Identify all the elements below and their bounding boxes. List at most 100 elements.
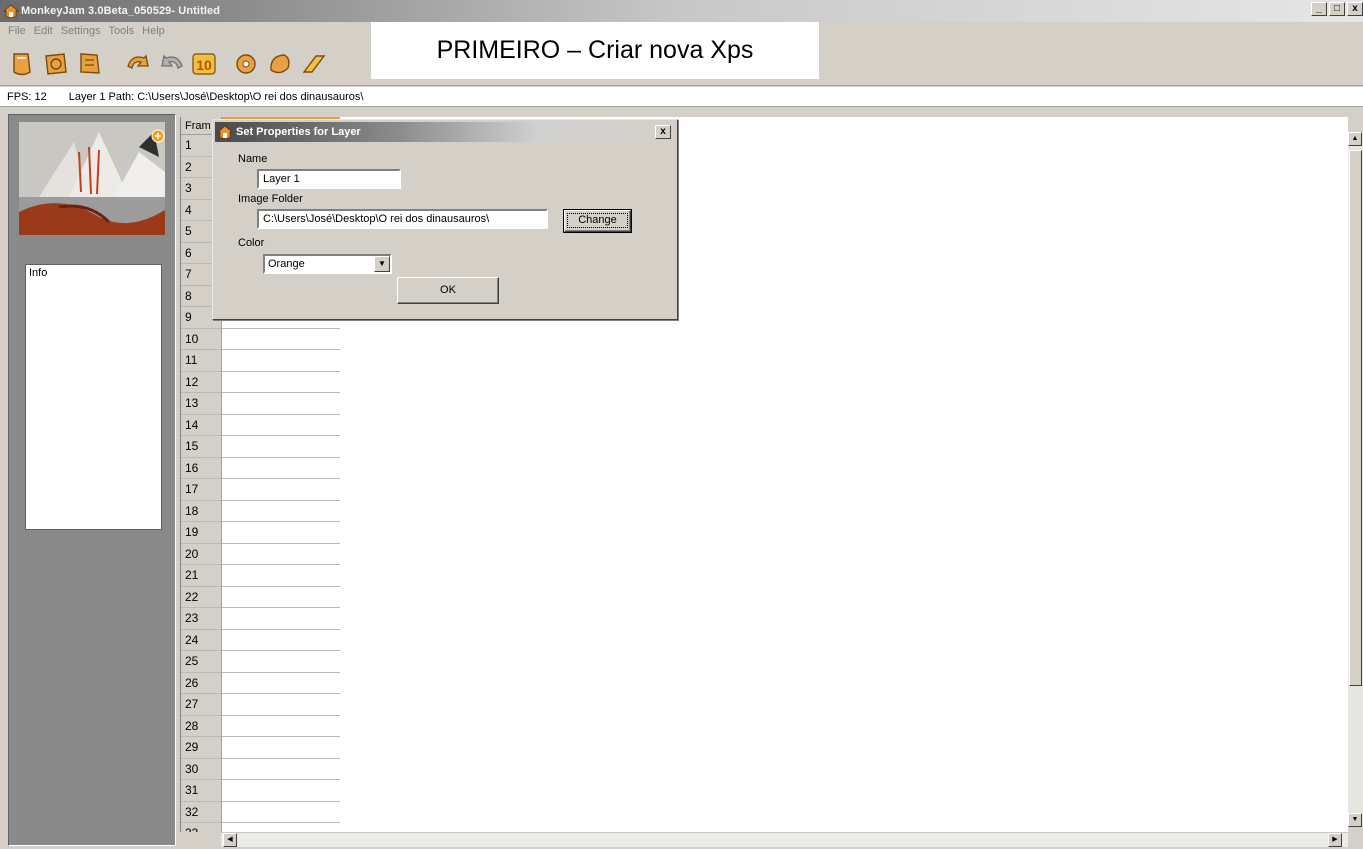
layer-frame-cell[interactable]: [222, 823, 340, 832]
monkeyjam-app-icon: [216, 125, 234, 139]
frame-number-cell[interactable]: 29: [181, 737, 221, 759]
layer-name-input[interactable]: [257, 169, 401, 189]
frame-number-cell[interactable]: 17: [181, 479, 221, 501]
dialog-close-button[interactable]: x: [655, 125, 671, 139]
layer-frame-cell[interactable]: [222, 716, 340, 737]
frame-number-cell[interactable]: 20: [181, 544, 221, 565]
vertical-scrollbar[interactable]: ▲ ▼: [1348, 132, 1363, 827]
color-select-value: Orange: [268, 258, 305, 270]
undo-icon[interactable]: [124, 50, 152, 78]
frame-number-cell[interactable]: 19: [181, 522, 221, 544]
frame-number-cell[interactable]: 24: [181, 630, 221, 651]
layer-frame-cell[interactable]: [222, 759, 340, 780]
frame-number-cell[interactable]: 30: [181, 759, 221, 780]
monkeyjam-app-icon: [2, 4, 20, 18]
info-label: Info: [29, 267, 48, 279]
info-panel: Info: [25, 264, 162, 530]
minimize-button[interactable]: _: [1311, 2, 1327, 16]
image-folder-input[interactable]: [257, 209, 548, 229]
frame-number-cell[interactable]: 32: [181, 802, 221, 823]
layer-frame-cell[interactable]: [222, 565, 340, 587]
layer-frame-cell[interactable]: [222, 608, 340, 630]
vertical-scroll-thumb[interactable]: [1349, 150, 1362, 686]
frame-number-cell[interactable]: 16: [181, 458, 221, 479]
menu-file[interactable]: File: [4, 25, 30, 37]
frame-number-cell[interactable]: 27: [181, 694, 221, 716]
layer-frame-cell[interactable]: [222, 587, 340, 608]
image-folder-label: Image Folder: [238, 193, 303, 205]
play-icon[interactable]: [266, 50, 294, 78]
frame-number-cell[interactable]: 23: [181, 608, 221, 630]
change-button-label: Change: [567, 213, 628, 228]
annotation-text: PRIMEIRO – Criar nova Xps: [436, 36, 754, 64]
scroll-up-arrow-icon[interactable]: ▲: [1348, 132, 1362, 146]
layer-frame-cell[interactable]: [222, 458, 340, 479]
layer-frame-cell[interactable]: [222, 522, 340, 544]
dropdown-arrow-icon[interactable]: ▼: [374, 256, 390, 272]
layer-frame-cell[interactable]: [222, 737, 340, 759]
layer-frame-cell[interactable]: [222, 415, 340, 436]
status-line: FPS: 12 Layer 1 Path: C:\Users\José\Desk…: [0, 87, 1363, 107]
frame-number-cell[interactable]: 26: [181, 673, 221, 694]
frame-number-cell[interactable]: 25: [181, 651, 221, 673]
frame-number-cell[interactable]: 22: [181, 587, 221, 608]
frame-number-cell[interactable]: 15: [181, 436, 221, 458]
layer-frame-cell[interactable]: [222, 372, 340, 393]
frame-count-icon[interactable]: 10: [190, 50, 218, 78]
title-bar: MonkeyJam 3.0Beta_050529- Untitled _ □ x: [0, 0, 1363, 22]
color-label: Color: [238, 237, 265, 249]
redo-icon[interactable]: [158, 50, 186, 78]
scroll-right-arrow-icon[interactable]: ▶: [1328, 833, 1342, 847]
frame-number-cell[interactable]: 18: [181, 501, 221, 522]
layer-frame-cell[interactable]: [222, 651, 340, 673]
menu-edit[interactable]: Edit: [30, 25, 57, 37]
layer-frame-cell[interactable]: [222, 673, 340, 694]
frame-number-cell[interactable]: 21: [181, 565, 221, 587]
import-icon[interactable]: [76, 50, 104, 78]
layer-frame-cell[interactable]: [222, 501, 340, 522]
frame-number-cell[interactable]: 13: [181, 393, 221, 415]
ok-button[interactable]: OK: [397, 277, 499, 304]
left-panel: Info: [8, 114, 176, 846]
open-icon[interactable]: [8, 50, 36, 78]
capture-icon[interactable]: [42, 50, 70, 78]
layer-path-readout: Layer 1 Path: C:\Users\José\Desktop\O re…: [68, 90, 364, 103]
maximize-button[interactable]: □: [1329, 2, 1345, 16]
change-folder-button[interactable]: Change: [563, 209, 632, 233]
annotation-box: PRIMEIRO – Criar nova Xps: [371, 22, 819, 79]
layer-frame-cell[interactable]: [222, 630, 340, 651]
window-controls: _ □ x: [1311, 2, 1363, 16]
frame-number-cell[interactable]: 14: [181, 415, 221, 436]
menu-help[interactable]: Help: [138, 25, 169, 37]
frame-number-cell[interactable]: 33: [181, 823, 221, 832]
export-icon[interactable]: [300, 50, 328, 78]
dialog-title-bar[interactable]: Set Properties for Layer x: [215, 122, 675, 142]
color-select[interactable]: Orange ▼: [263, 254, 392, 274]
window-title: MonkeyJam 3.0Beta_050529- Untitled: [21, 5, 221, 17]
frame-number-cell[interactable]: 28: [181, 716, 221, 737]
layer-frame-cell[interactable]: [222, 802, 340, 823]
frame-number-cell[interactable]: 10: [181, 329, 221, 350]
layer-frame-cell[interactable]: [222, 350, 340, 372]
layer-frame-cell[interactable]: [222, 544, 340, 565]
frame-number-cell[interactable]: 12: [181, 372, 221, 393]
settings-icon[interactable]: [232, 50, 260, 78]
layer-frame-cell[interactable]: [222, 393, 340, 415]
layer-frame-cell[interactable]: [222, 694, 340, 716]
layer-frame-cell[interactable]: [222, 479, 340, 501]
name-label: Name: [238, 153, 268, 165]
fps-readout: FPS: 12: [7, 90, 47, 103]
frame-number-cell[interactable]: 11: [181, 350, 221, 372]
dialog-title: Set Properties for Layer: [236, 126, 361, 138]
layer-frame-cell[interactable]: [222, 780, 340, 802]
frame-number-cell[interactable]: 31: [181, 780, 221, 802]
scroll-down-arrow-icon[interactable]: ▼: [1348, 813, 1362, 827]
horizontal-scrollbar[interactable]: ◀ ▶: [221, 832, 1348, 847]
layer-frame-cell[interactable]: [222, 329, 340, 350]
close-button[interactable]: x: [1347, 2, 1363, 16]
menu-tools[interactable]: Tools: [104, 25, 138, 37]
menu-settings[interactable]: Settings: [57, 25, 105, 37]
layer-frame-cell[interactable]: [222, 436, 340, 458]
frame-preview-image: [19, 122, 165, 235]
scroll-left-arrow-icon[interactable]: ◀: [223, 833, 237, 847]
